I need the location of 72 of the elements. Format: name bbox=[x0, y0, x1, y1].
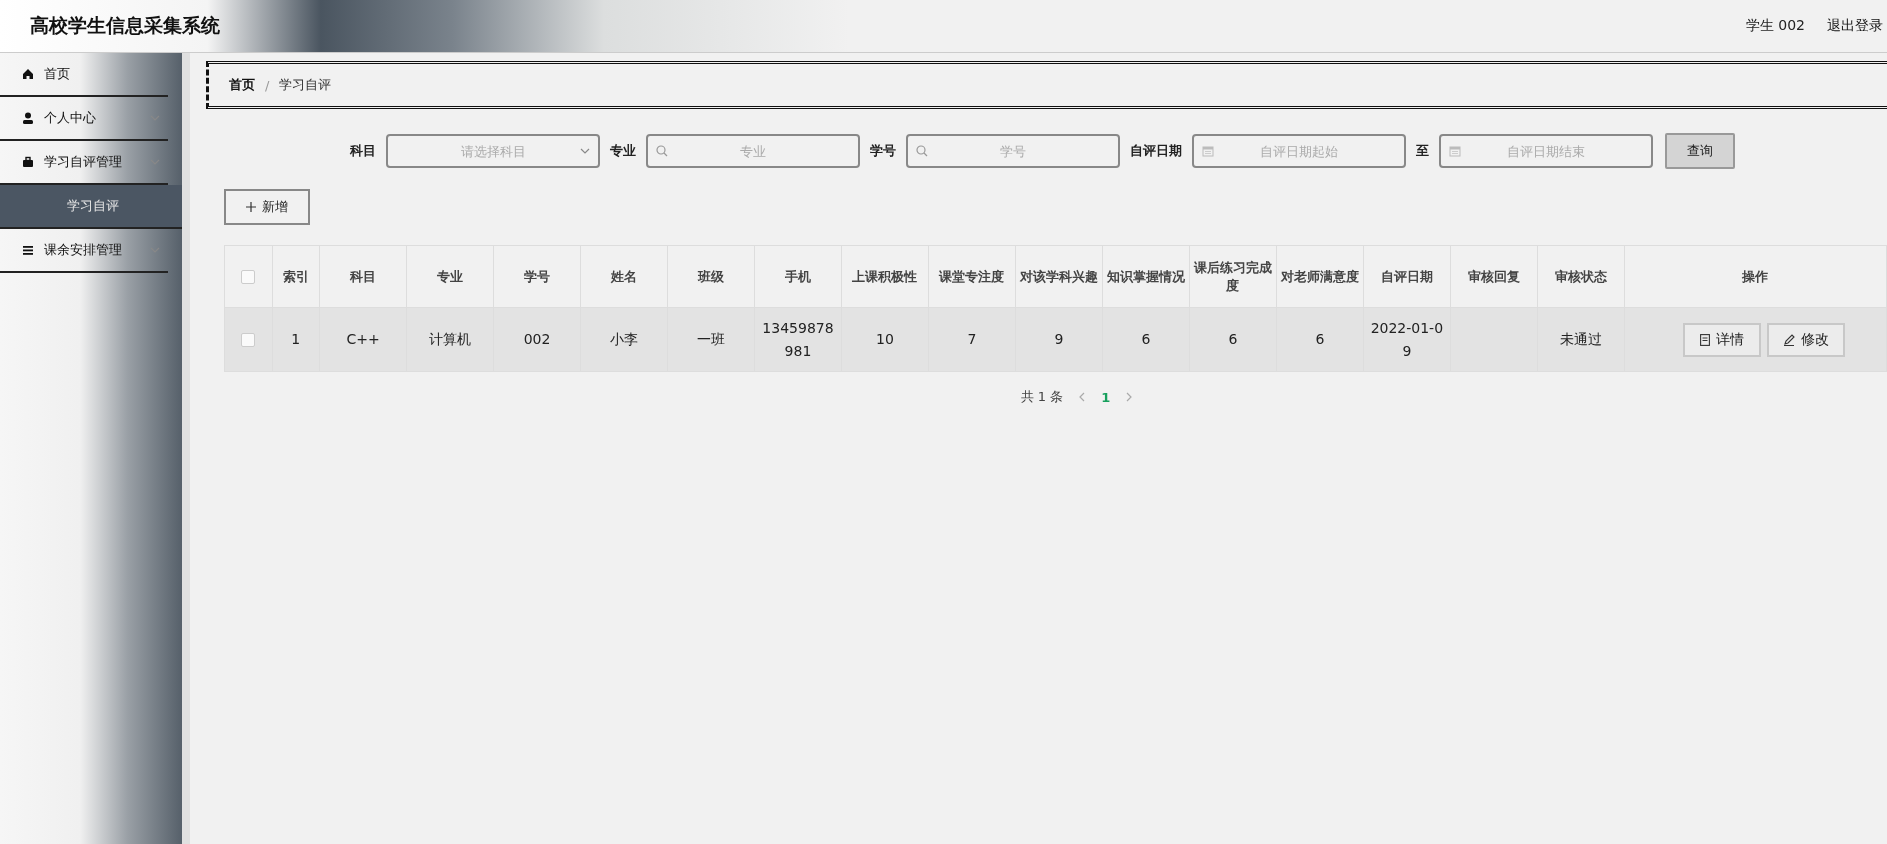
chevron-down-icon bbox=[150, 247, 160, 253]
field-label: 科目 bbox=[350, 142, 376, 160]
home-icon bbox=[22, 68, 34, 80]
table-cell: 7 bbox=[967, 331, 977, 348]
column-header: 学号 bbox=[524, 268, 550, 284]
detail-button[interactable]: 详情 bbox=[1682, 322, 1761, 357]
column-header: 专业 bbox=[437, 268, 464, 284]
logout-link[interactable]: 退出登录 bbox=[1827, 17, 1883, 35]
column-header: 课堂专注度 bbox=[939, 268, 1005, 284]
checkbox[interactable] bbox=[241, 333, 256, 348]
column-header: 姓名 bbox=[611, 268, 637, 284]
search-field[interactable]: 学号 bbox=[906, 134, 1120, 168]
select-field[interactable]: 请选择科目 bbox=[386, 134, 600, 168]
chevron-right-icon bbox=[1126, 392, 1133, 402]
column-header: 手机 bbox=[784, 268, 811, 284]
sidebar-item[interactable]: 课余安排管理 bbox=[0, 229, 168, 273]
column-header: 上课积极性 bbox=[852, 268, 918, 284]
plus-icon bbox=[246, 202, 256, 212]
total-count: 共 1 条 bbox=[1020, 388, 1064, 406]
search-field[interactable]: 专业 bbox=[646, 134, 860, 168]
list-icon bbox=[22, 244, 34, 256]
query-button[interactable]: 查询 bbox=[1665, 133, 1735, 169]
table-cell: 计算机 bbox=[429, 331, 472, 348]
field-label: 至 bbox=[1416, 142, 1429, 160]
table-cell: 6 bbox=[1228, 331, 1238, 348]
chevron-left-icon bbox=[1079, 392, 1086, 402]
sidebar-item[interactable]: 个人中心 bbox=[0, 97, 168, 141]
table-cell: 9 bbox=[1054, 331, 1064, 348]
add-button[interactable]: 新增 bbox=[224, 189, 310, 225]
column-header: 审核回复 bbox=[1467, 268, 1520, 284]
breadcrumb-item[interactable]: 首页 bbox=[229, 76, 255, 94]
column-header: 知识掌握情况 bbox=[1106, 268, 1185, 284]
field-label: 专业 bbox=[610, 142, 636, 160]
sidebar-subitem[interactable]: 学习自评 bbox=[0, 185, 182, 229]
date-field[interactable]: 自评日期起始 bbox=[1192, 134, 1406, 168]
pencil-icon bbox=[1782, 333, 1795, 346]
date-field[interactable]: 自评日期结束 bbox=[1439, 134, 1653, 168]
column-header: 对该学科兴趣 bbox=[1019, 268, 1098, 284]
column-header: 班级 bbox=[698, 268, 724, 284]
table-cell: 一班 bbox=[697, 331, 725, 348]
document-icon bbox=[1699, 333, 1710, 346]
edit-button[interactable]: 修改 bbox=[1766, 322, 1845, 357]
table-cell: 小李 bbox=[610, 331, 638, 348]
checkbox[interactable] bbox=[241, 270, 256, 285]
table-cell: 13459878981 bbox=[762, 320, 834, 359]
column-header: 操作 bbox=[1742, 268, 1769, 284]
briefcase-icon bbox=[22, 156, 34, 168]
table-cell: 未通过 bbox=[1559, 331, 1602, 348]
column-header: 索引 bbox=[282, 268, 309, 284]
user-name: 学生 002 bbox=[1745, 17, 1805, 35]
column-header: 科目 bbox=[350, 268, 377, 284]
column-header: 自评日期 bbox=[1380, 268, 1433, 284]
breadcrumb-item: 学习自评 bbox=[279, 76, 332, 94]
table-cell: C++ bbox=[346, 331, 380, 348]
table-cell: 6 bbox=[1141, 331, 1151, 348]
chevron-down-icon bbox=[580, 148, 590, 154]
breadcrumb-separator: / bbox=[265, 77, 270, 93]
table-cell: 2022-01-09 bbox=[1370, 320, 1444, 359]
field-label: 自评日期 bbox=[1130, 142, 1182, 160]
table-cell: 6 bbox=[1315, 331, 1325, 348]
table-cell: 1 bbox=[291, 331, 301, 348]
chevron-down-icon bbox=[150, 115, 160, 121]
chevron-down-icon bbox=[150, 159, 160, 165]
column-header: 审核状态 bbox=[1554, 268, 1607, 284]
sidebar-item[interactable]: 首页 bbox=[0, 53, 168, 97]
column-header: 对老师满意度 bbox=[1280, 268, 1359, 284]
field-label: 学号 bbox=[870, 142, 896, 160]
user-icon bbox=[22, 112, 34, 124]
table-cell: 10 bbox=[876, 331, 894, 348]
table-cell: 002 bbox=[523, 331, 551, 348]
column-header: 课后练习完成度 bbox=[1193, 259, 1272, 293]
app-title: 高校学生信息采集系统 bbox=[30, 13, 220, 38]
